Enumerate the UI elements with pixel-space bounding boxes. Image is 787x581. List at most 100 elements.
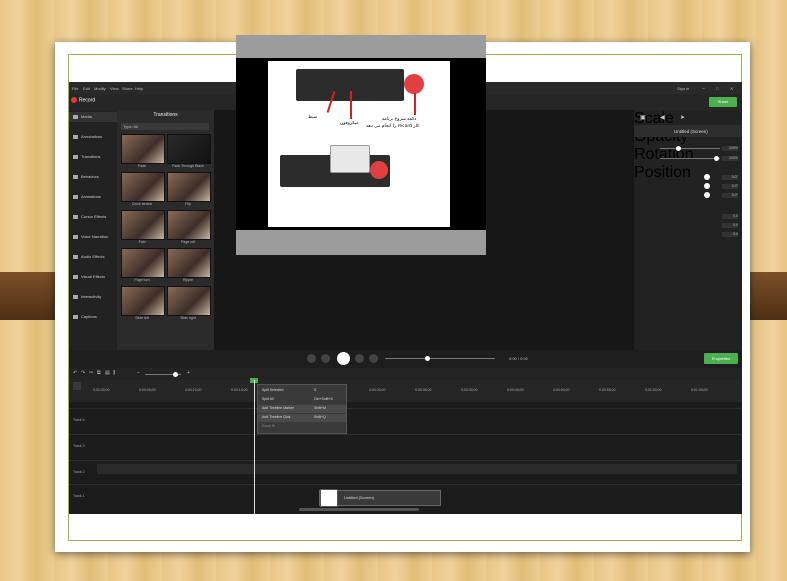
cut-icon[interactable]: ✂	[89, 370, 93, 376]
record-icon	[71, 97, 77, 103]
ruler-tick: 0:00:45;00	[507, 388, 524, 392]
scale-value[interactable]: 100%	[722, 146, 738, 151]
sign-in-link[interactable]: Sign in	[677, 86, 689, 91]
rec-button-screenshot	[370, 161, 388, 179]
scrubber-knob[interactable]	[425, 356, 430, 361]
previous-frame-icon[interactable]	[307, 354, 316, 363]
properties-button[interactable]: Properties	[704, 353, 738, 364]
menu-item[interactable]: Zoom fit	[262, 424, 275, 428]
scale-slider-knob[interactable]	[676, 146, 681, 151]
record-button[interactable]: Record	[71, 97, 95, 103]
sidebar-item-annotations[interactable]: Annotations	[69, 132, 117, 142]
paste-icon[interactable]: ▤	[105, 370, 110, 376]
rewind-icon[interactable]	[321, 354, 330, 363]
type-select[interactable]: Type: All	[121, 123, 209, 130]
transition-thumb[interactable]	[121, 248, 165, 278]
annotation-text: ضبط	[308, 115, 318, 120]
screen-clip[interactable]: Untitled (Screen)	[319, 489, 441, 507]
scale-slider[interactable]	[660, 148, 720, 149]
sidebar-item-interactivity[interactable]: Interactivity	[69, 292, 117, 302]
track-row[interactable]: Track 3	[69, 434, 742, 457]
sidebar-item-voice-narration[interactable]: Voice Narration	[69, 232, 117, 242]
opacity-slider-knob[interactable]	[714, 156, 719, 161]
rotation-y[interactable]: 0.0°	[722, 184, 738, 189]
rotation-z[interactable]: 0.0°	[722, 175, 738, 180]
play-button[interactable]	[337, 352, 350, 365]
menu-item[interactable]: Add Timeline Marker	[262, 406, 294, 410]
transition-thumb[interactable]	[121, 134, 165, 164]
next-frame-icon[interactable]	[369, 354, 378, 363]
opacity-value[interactable]: 100%	[722, 156, 738, 161]
menu-item[interactable]: Split Selected	[262, 388, 283, 392]
audio-clip[interactable]	[97, 464, 737, 474]
track-row[interactable]: Track 4	[69, 408, 742, 431]
close-icon[interactable]: ✕	[730, 86, 733, 91]
transition-label: Page roll	[181, 240, 195, 244]
transition-thumb[interactable]	[167, 134, 211, 164]
timeline-ruler[interactable]: 0:00:00;00 0:00:05;00 0:00:10;00 0:00:15…	[69, 380, 742, 402]
sidebar-item-behaviors[interactable]: Behaviors	[69, 172, 117, 182]
rotation-x[interactable]: 0.0°	[722, 193, 738, 198]
transition-label: Fade	[138, 164, 146, 168]
minimize-icon[interactable]: ─	[702, 86, 705, 91]
rotation-dial[interactable]	[704, 183, 710, 189]
menu-view[interactable]: View	[110, 86, 119, 91]
properties-title: Untitled (Screen)	[674, 129, 708, 134]
audio-props-icon[interactable]: ◀	[660, 114, 665, 121]
split-icon[interactable]: ⫼	[113, 370, 115, 376]
sidebar-item-media[interactable]: Media	[69, 112, 117, 122]
transition-thumb[interactable]	[121, 172, 165, 202]
timeline-scrollbar[interactable]	[299, 508, 419, 511]
position-x[interactable]: 0.0	[722, 214, 738, 219]
timeline-zoom-knob[interactable]	[173, 372, 178, 377]
menu-share[interactable]: Share	[122, 86, 133, 91]
rec-button-screenshot	[404, 74, 424, 94]
timeline-tracks: Track 4 Track 3 Track 2 Track 1 Untitled…	[69, 402, 742, 514]
cursor-props-icon[interactable]: ➤	[680, 114, 685, 121]
zoom-out-icon[interactable]: −	[137, 370, 140, 376]
context-menu: Split Selected S Split All Ctrl+Shift+S …	[257, 384, 347, 434]
opacity-slider[interactable]	[660, 158, 720, 159]
sidebar-item-audio-effects[interactable]: Audio Effects	[69, 252, 117, 262]
ruler-tick: 0:00:55;00	[599, 388, 616, 392]
add-track-icon[interactable]	[73, 382, 81, 390]
transition-thumb[interactable]	[167, 248, 211, 278]
maximize-icon[interactable]: □	[716, 86, 718, 91]
redo-icon[interactable]: ↷	[81, 370, 85, 376]
ruler-tick: 0:00:35;00	[415, 388, 432, 392]
rotation-dial[interactable]	[704, 192, 710, 198]
menu-modify[interactable]: Modify	[94, 86, 106, 91]
transition-thumb[interactable]	[167, 286, 211, 316]
menu-file[interactable]: File	[72, 86, 78, 91]
transition-thumb[interactable]	[167, 210, 211, 240]
zoom-in-icon[interactable]: +	[187, 370, 190, 376]
cc-icon	[73, 314, 78, 319]
transition-thumb[interactable]	[121, 286, 165, 316]
sidebar-item-animations[interactable]: Animations	[69, 192, 117, 202]
transition-thumb[interactable]	[121, 210, 165, 240]
rotation-dial[interactable]	[704, 174, 710, 180]
undo-icon[interactable]: ↶	[73, 370, 77, 376]
menu-edit[interactable]: Edit	[83, 86, 90, 91]
record-label: Record	[79, 97, 96, 104]
share-button[interactable]: Share	[709, 97, 737, 107]
sidebar-item-captions[interactable]: Captions	[69, 312, 117, 322]
sidebar-item-visual-effects[interactable]: Visual Effects	[69, 272, 117, 282]
position-z[interactable]: 0.0	[722, 232, 738, 237]
transition-label: Circle stretch	[131, 202, 153, 206]
transition-label: Slide right	[180, 316, 196, 320]
transition-thumb[interactable]	[167, 172, 211, 202]
menu-item[interactable]: Split All	[262, 397, 273, 401]
sidebar-item-cursor-effects[interactable]: Cursor Effects	[69, 212, 117, 222]
forward-icon[interactable]	[355, 354, 364, 363]
speaker-icon	[73, 254, 78, 259]
microphone-icon	[73, 234, 78, 239]
sidebar-item-transitions[interactable]: Transitions	[69, 152, 117, 162]
playback-scrubber[interactable]	[385, 358, 495, 359]
canvas-slide[interactable]: ضبط میکروفون دکمه شروع برنامه کار record…	[268, 61, 450, 227]
menu-item[interactable]: Add Timeline Quiz	[262, 415, 290, 419]
visual-props-icon[interactable]: ▣	[640, 114, 646, 121]
position-y[interactable]: 0.0	[722, 223, 738, 228]
menu-help[interactable]: Help	[135, 86, 143, 91]
copy-icon[interactable]: ⧉	[97, 370, 101, 376]
